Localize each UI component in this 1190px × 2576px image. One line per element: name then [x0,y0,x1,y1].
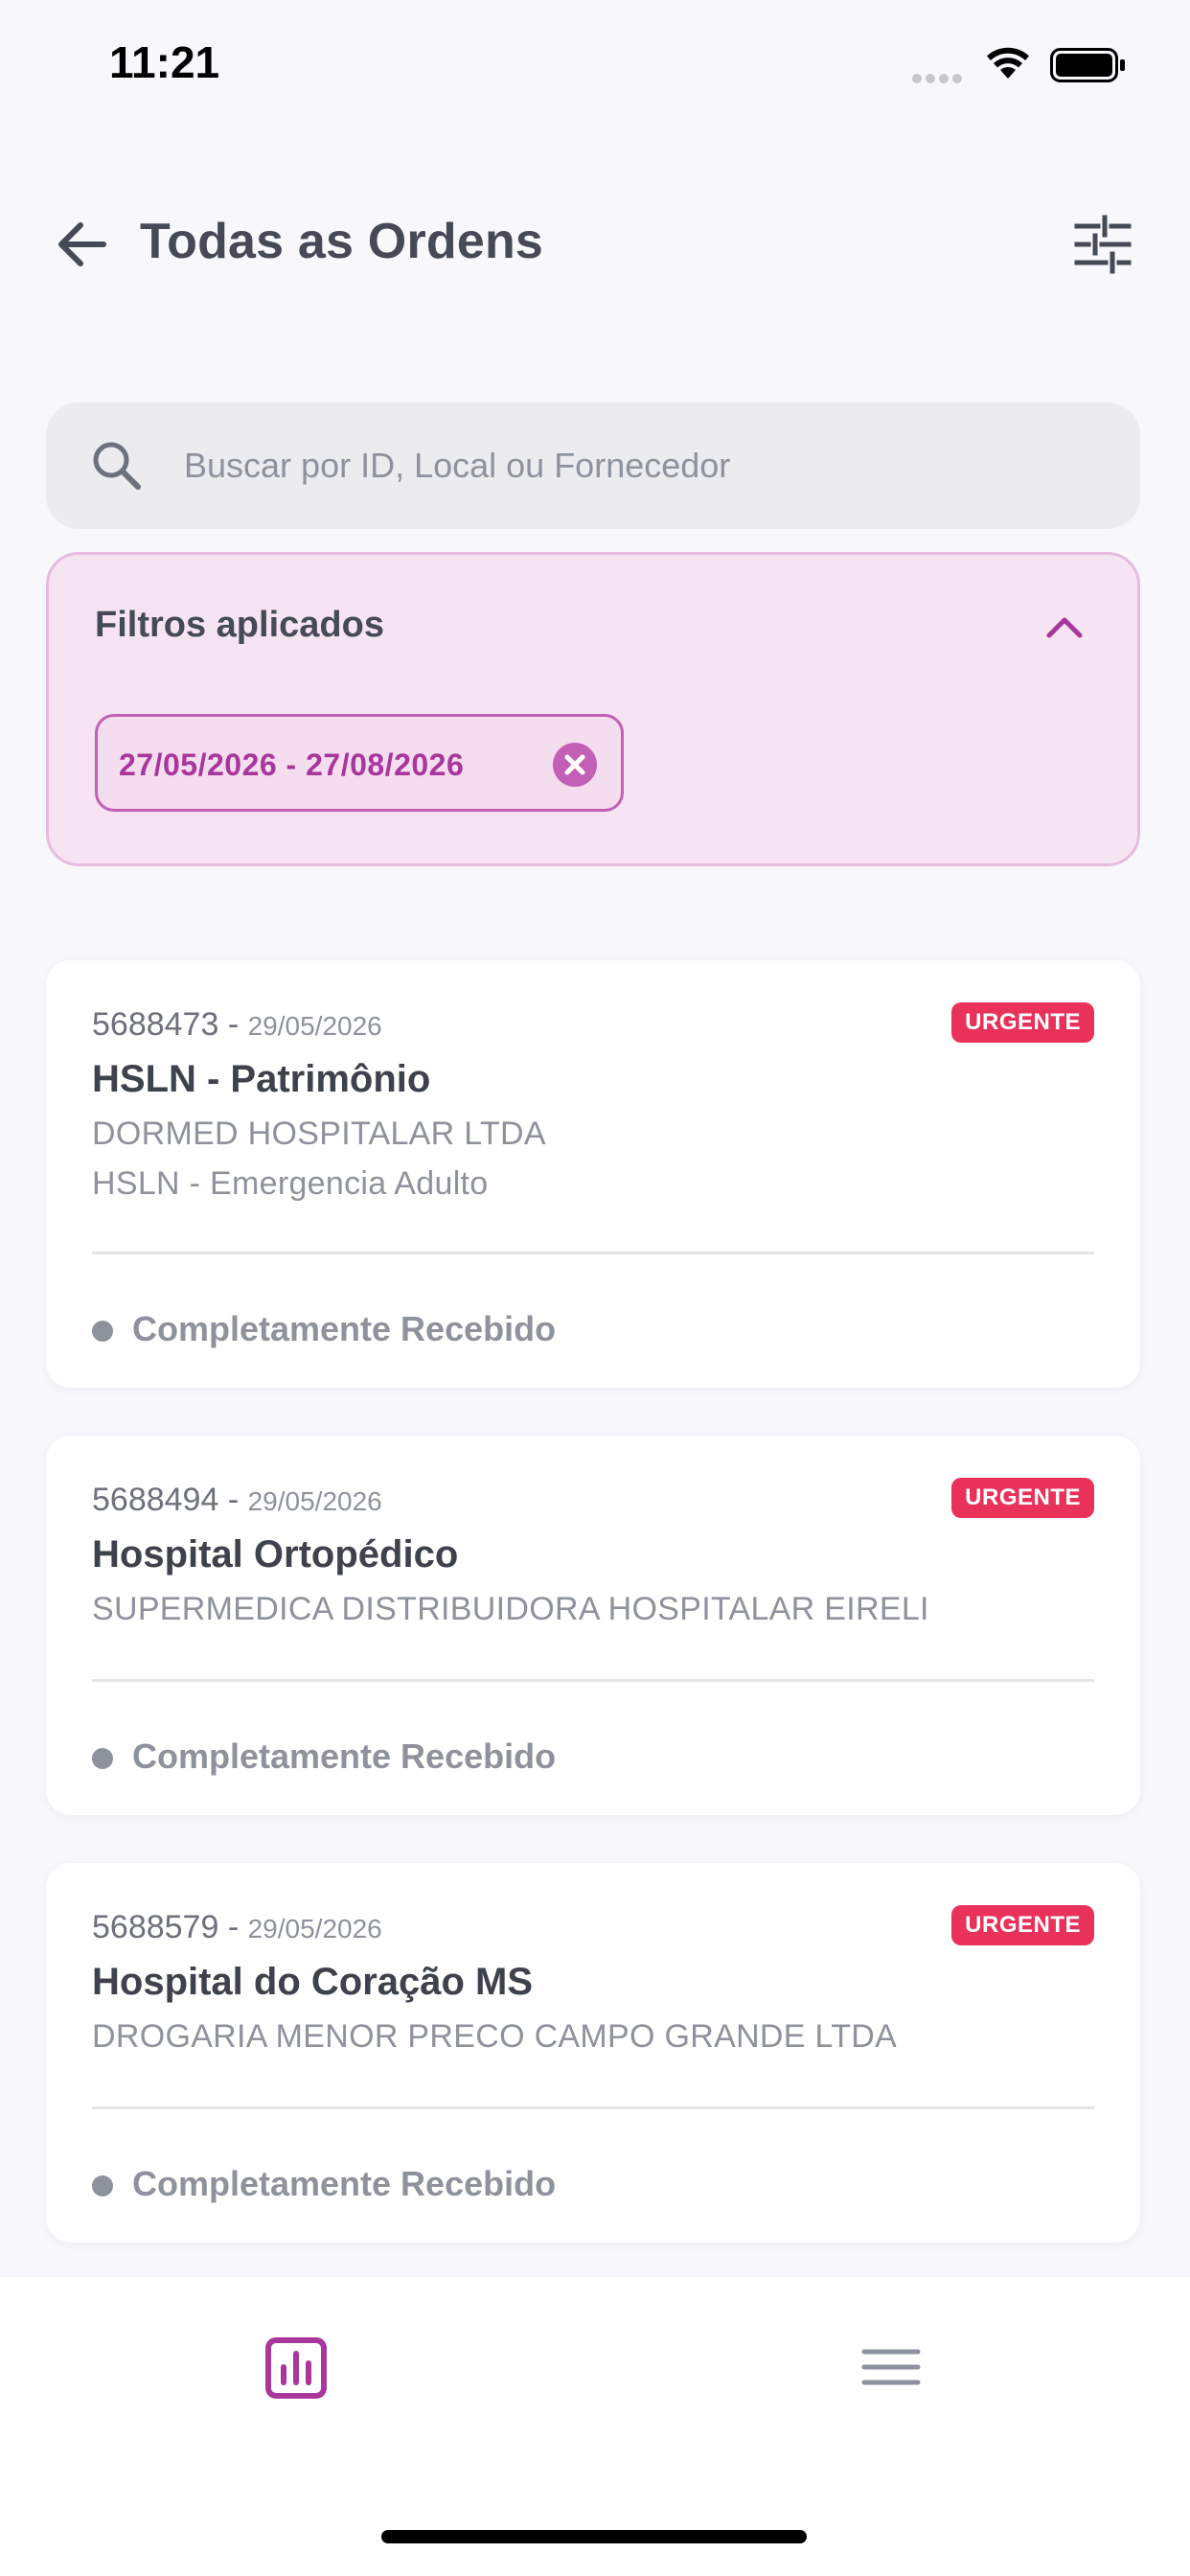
battery-icon [1050,48,1127,87]
header: Todas as Ordens [0,192,1190,297]
order-location: Hospital do Coração MS [92,1961,534,2003]
status-dot-icon [92,1748,113,1769]
card-divider [92,1252,1094,1254]
order-date: 29/05/2026 [247,1486,382,1516]
order-card[interactable]: 5688579 - 29/05/2026 URGENTE Hospital do… [46,1863,1140,2242]
home-indicator[interactable] [381,2530,807,2543]
card-divider [92,1679,1094,1682]
status-time: 11:21 [109,37,220,87]
order-location: Hospital Ortopédico [92,1533,459,1576]
order-supplier: SUPERMEDICA DISTRIBUIDORA HOSPITALAR EIR… [92,1591,929,1627]
bar-chart-icon [265,2337,327,2399]
order-date: 29/05/2026 [247,1011,382,1041]
wifi-icon [985,46,1031,85]
status-dot-icon [92,2175,113,2196]
status-bar: 11:21 [0,0,1190,134]
bottom-navigation [0,2277,1190,2576]
order-department: HSLN - Emergencia Adulto [92,1165,489,1202]
remove-filter-button[interactable] [552,742,598,788]
order-card[interactable]: 5688494 - 29/05/2026 URGENTE Hospital Or… [46,1436,1140,1815]
order-date: 29/05/2026 [247,1914,382,1944]
order-location: HSLN - Patrimônio [92,1058,431,1100]
order-status-label: Completamente Recebido [132,1309,557,1348]
order-supplier: DROGARIA MENOR PRECO CAMPO GRANDE LTDA [92,2018,898,2055]
order-supplier: DORMED HOSPITALAR LTDA [92,1116,546,1152]
search-input[interactable] [184,402,1104,529]
order-id-line: 5688579 - 29/05/2026 [92,1909,382,1946]
cellular-signal-icon [912,71,968,83]
applied-filters-panel: Filtros aplicados 27/05/2026 - 27/08/202… [46,552,1140,866]
search-icon [88,437,146,499]
order-id: 5688579 [92,1909,219,1945]
filters-collapse-button[interactable] [1036,599,1093,656]
order-id-separator: - [218,1909,248,1945]
filters-title: Filtros aplicados [95,605,384,645]
urgent-badge: URGENTE [951,1478,1094,1518]
urgent-badge: URGENTE [951,1002,1094,1043]
order-id-line: 5688494 - 29/05/2026 [92,1482,382,1519]
order-id-line: 5688473 - 29/05/2026 [92,1006,382,1044]
order-id: 5688473 [92,1006,219,1043]
order-status-label: Completamente Recebido [132,2164,557,2203]
order-id-separator: - [218,1006,248,1043]
chevron-up-icon [1046,617,1083,638]
back-button[interactable] [50,211,117,278]
date-range-filter-chip[interactable]: 27/05/2026 - 27/08/2026 [95,714,624,812]
order-card[interactable]: 5688473 - 29/05/2026 URGENTE HSLN - Patr… [46,960,1140,1388]
urgent-badge: URGENTE [951,1905,1094,1945]
nav-reports-tab[interactable] [264,2336,328,2400]
status-dot-icon [92,1321,113,1342]
order-id: 5688494 [92,1482,219,1518]
filter-button[interactable] [1069,211,1136,278]
card-divider [92,2106,1094,2109]
search-box[interactable] [46,402,1140,529]
arrow-left-icon [58,222,106,266]
page-title: Todas as Ordens [140,214,544,269]
order-status-label: Completamente Recebido [132,1736,557,1776]
sliders-icon [1074,215,1132,274]
hamburger-menu-icon [861,2349,921,2385]
nav-menu-tab[interactable] [860,2338,922,2396]
order-id-separator: - [218,1482,248,1518]
close-circle-icon [553,743,597,787]
filter-chip-label: 27/05/2026 - 27/08/2026 [119,748,465,782]
